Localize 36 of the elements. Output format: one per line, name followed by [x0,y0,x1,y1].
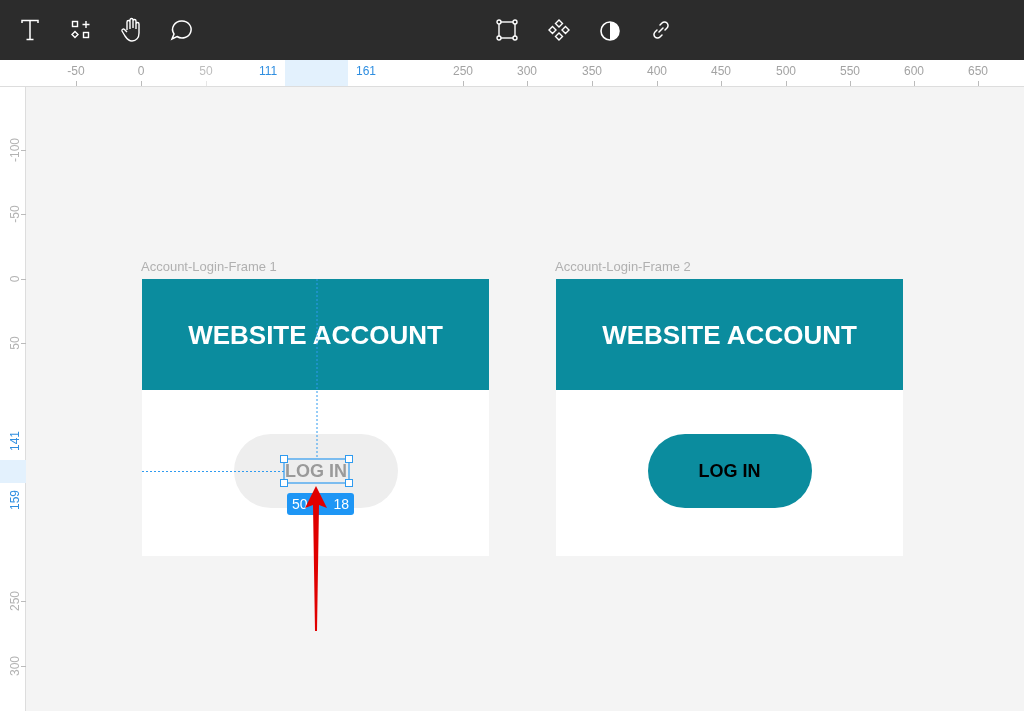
ruler-label: 50 [199,64,213,78]
ruler-label: 650 [968,64,988,78]
shapes-icon[interactable] [71,20,91,40]
ruler-label: 600 [904,64,924,78]
ruler-label: 550 [840,64,860,78]
ruler-label: 250 [9,590,21,613]
login-button[interactable]: LOG IN [647,434,812,508]
ruler-label: 111 [258,64,278,78]
header-title: WEBSITE ACCOUNT [188,319,443,350]
ruler-label: 159 [9,489,21,512]
ruler-label: 0 [137,64,145,78]
comment-icon[interactable] [170,19,194,41]
ruler-label: 141 [9,430,21,453]
ruler-label: -100 [9,137,21,164]
contrast-icon[interactable] [599,20,621,42]
frame-label[interactable]: Account-Login-Frame 1 [141,259,277,275]
frame-label[interactable]: Account-Login-Frame 2 [555,259,691,275]
ruler-label: -50 [67,64,85,78]
ruler-label: -50 [9,204,21,225]
ruler-label: 0 [9,274,21,285]
ruler-label: 50 [9,335,21,352]
selection-range [285,60,348,86]
component-icon[interactable] [547,18,571,42]
frame-icon[interactable] [496,19,518,41]
ruler-label: 250 [453,64,473,78]
ruler-label: 500 [776,64,796,78]
ruler-label: 350 [582,64,602,78]
ruler-label: 450 [711,64,731,78]
selection-range [0,460,26,483]
ruler-label: 300 [517,64,537,78]
link-icon[interactable] [651,20,671,40]
ruler-label: 300 [9,655,21,678]
ruler-label: 161 [356,64,376,78]
header-title: WEBSITE ACCOUNT [602,319,857,350]
text-tool-icon[interactable] [20,19,40,41]
ruler-label: 400 [647,64,667,78]
